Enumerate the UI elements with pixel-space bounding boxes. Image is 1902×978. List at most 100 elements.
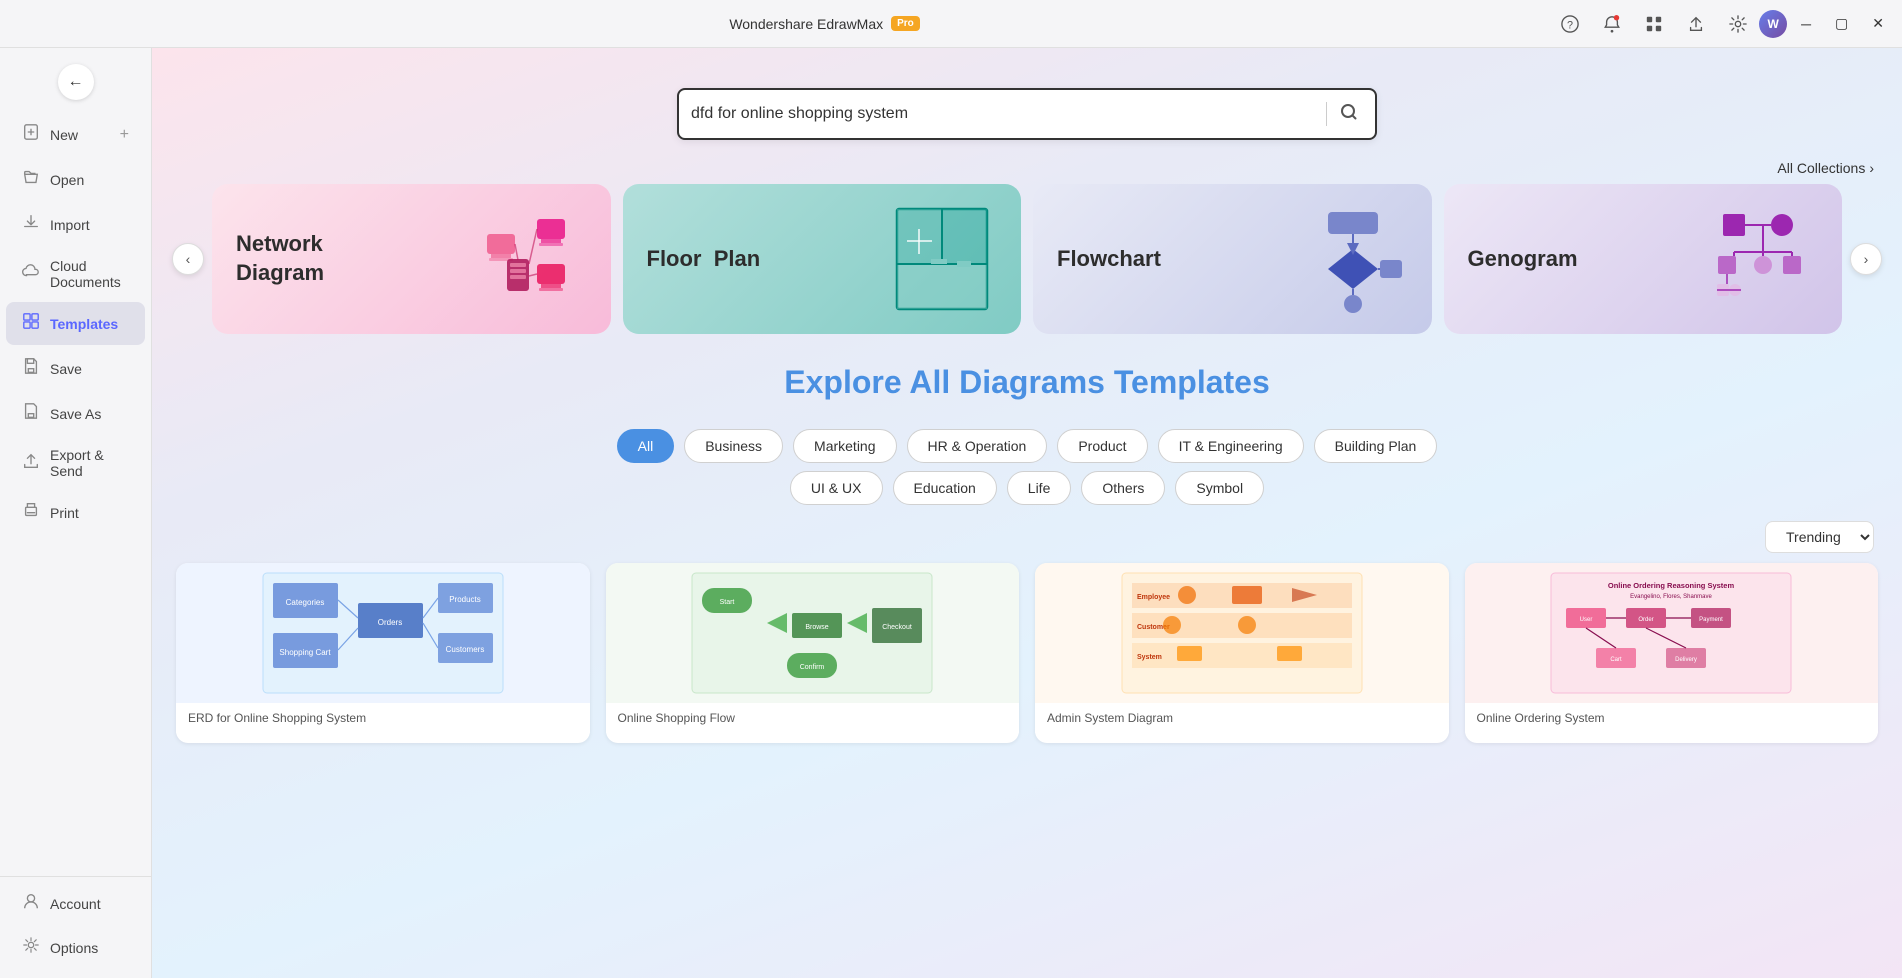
template-info-t4: Online Ordering System	[1465, 703, 1879, 733]
sidebar-item-saveas-label: Save As	[50, 406, 101, 422]
titlebar: Wondershare EdrawMax Pro ? W ─ ▢ ✕	[0, 0, 1902, 48]
sidebar-item-export[interactable]: Export & Send	[6, 437, 145, 489]
sidebar-item-save-label: Save	[50, 361, 82, 377]
filter-pill-hr[interactable]: HR & Operation	[907, 429, 1048, 463]
sidebar-item-templates[interactable]: Templates	[6, 302, 145, 345]
saveas-icon	[22, 402, 40, 425]
svg-text:Checkout: Checkout	[882, 624, 912, 631]
sidebar-item-options-label: Options	[50, 940, 98, 956]
account-icon	[22, 892, 40, 915]
search-button[interactable]	[1335, 98, 1363, 131]
table-row[interactable]: Start Browse Checkout Confirm Online Sho…	[606, 563, 1020, 743]
explore-title-blue: All Diagrams Templates	[909, 364, 1269, 400]
sidebar-item-cloud[interactable]: Cloud Documents	[6, 248, 145, 300]
sidebar-item-open[interactable]: Open	[6, 158, 145, 201]
svg-text:Payment: Payment	[1699, 617, 1723, 623]
svg-text:Products: Products	[449, 595, 481, 604]
carousel-prev-button[interactable]: ‹	[172, 243, 204, 275]
sidebar-item-templates-label: Templates	[50, 316, 118, 332]
carousel-card-floorplan-img	[887, 199, 997, 319]
sidebar-item-new[interactable]: New +	[6, 113, 145, 156]
sidebar-item-save[interactable]: Save	[6, 347, 145, 390]
carousel-items: NetworkDiagram	[212, 184, 1842, 334]
filter-pill-life[interactable]: Life	[1007, 471, 1072, 505]
carousel-card-floorplan[interactable]: Floor Plan	[623, 184, 1022, 334]
minimize-button[interactable]: ─	[1795, 14, 1817, 34]
filter-pill-symbol[interactable]: Symbol	[1175, 471, 1264, 505]
sidebar-item-open-label: Open	[50, 172, 84, 188]
carousel-card-floorplan-label: Floor Plan	[647, 245, 761, 274]
svg-text:Confirm: Confirm	[800, 664, 825, 671]
filter-pill-all[interactable]: All	[617, 429, 675, 463]
maximize-button[interactable]: ▢	[1829, 13, 1854, 34]
notification-icon[interactable]	[1599, 11, 1625, 37]
trending-row: Trending Newest Popular	[152, 517, 1902, 563]
carousel-next-button[interactable]: ›	[1850, 243, 1882, 275]
template-info-t1: ERD for Online Shopping System	[176, 703, 590, 733]
filter-pill-others[interactable]: Others	[1081, 471, 1165, 505]
avatar[interactable]: W	[1759, 10, 1787, 38]
carousel-card-flowchart-img	[1298, 199, 1408, 319]
app-name: Wondershare EdrawMax	[729, 16, 883, 32]
sidebar-item-import[interactable]: Import	[6, 203, 145, 246]
export-icon	[22, 452, 40, 475]
trending-select[interactable]: Trending Newest Popular	[1765, 521, 1874, 553]
search-divider	[1326, 102, 1327, 126]
explore-title-black: Explore	[784, 364, 901, 400]
template-thumb-t4: Online Ordering Reasoning System Evangel…	[1465, 563, 1879, 703]
svg-text:Shopping Cart: Shopping Cart	[279, 648, 331, 657]
filter-row-2: UI & UX Education Life Others Symbol	[152, 471, 1902, 517]
carousel-card-flowchart-label: Flowchart	[1057, 245, 1161, 274]
carousel-card-network[interactable]: NetworkDiagram	[212, 184, 611, 334]
sidebar-item-account-label: Account	[50, 896, 101, 912]
svg-text:Customers: Customers	[445, 645, 484, 654]
explore-title: Explore All Diagrams Templates	[172, 364, 1882, 401]
template-thumb-t2: Start Browse Checkout Confirm	[606, 563, 1020, 703]
sidebar-item-import-label: Import	[50, 217, 90, 233]
open-icon	[22, 168, 40, 191]
filter-pill-marketing[interactable]: Marketing	[793, 429, 896, 463]
filter-pill-business[interactable]: Business	[684, 429, 783, 463]
template-info-t2: Online Shopping Flow	[606, 703, 1020, 733]
close-button[interactable]: ✕	[1866, 13, 1890, 34]
save-icon	[22, 357, 40, 380]
sidebar-item-account[interactable]: Account	[6, 882, 145, 925]
search-input[interactable]	[691, 105, 1318, 123]
carousel-card-genogram-img	[1708, 199, 1818, 319]
table-row[interactable]: Employee Customer System	[1035, 563, 1449, 743]
collections-row: All Collections ›	[152, 160, 1902, 184]
share-icon[interactable]	[1683, 11, 1709, 37]
template-grid: Categories Shopping Cart Orders Products…	[152, 563, 1902, 767]
sidebar-item-print[interactable]: Print	[6, 491, 145, 534]
explore-section: Explore All Diagrams Templates	[152, 354, 1902, 417]
svg-text:User: User	[1580, 617, 1593, 623]
titlebar-controls: ?	[1557, 11, 1751, 37]
import-icon	[22, 213, 40, 236]
settings-icon[interactable]	[1725, 11, 1751, 37]
new-plus-icon: +	[120, 126, 129, 144]
search-section	[152, 48, 1902, 160]
svg-text:Categories: Categories	[285, 598, 324, 607]
filter-pill-product[interactable]: Product	[1057, 429, 1147, 463]
templates-icon	[22, 312, 40, 335]
svg-text:Evangelino, Flores, Shanmave: Evangelino, Flores, Shanmave	[1630, 594, 1712, 600]
all-collections-link[interactable]: All Collections ›	[1777, 160, 1874, 176]
carousel-card-flowchart[interactable]: Flowchart	[1033, 184, 1432, 334]
table-row[interactable]: Online Ordering Reasoning System Evangel…	[1465, 563, 1879, 743]
filter-pill-it[interactable]: IT & Engineering	[1158, 429, 1304, 463]
main-content: All Collections › ‹ NetworkDiagram	[152, 48, 1902, 978]
sidebar-item-saveas[interactable]: Save As	[6, 392, 145, 435]
template-info-t3: Admin System Diagram	[1035, 703, 1449, 733]
help-icon[interactable]: ?	[1557, 11, 1583, 37]
filter-pill-uiux[interactable]: UI & UX	[790, 471, 883, 505]
window-controls: ─ ▢ ✕	[1795, 13, 1890, 34]
table-row[interactable]: Categories Shopping Cart Orders Products…	[176, 563, 590, 743]
apps-icon[interactable]	[1641, 11, 1667, 37]
carousel-card-genogram[interactable]: Genogram	[1444, 184, 1843, 334]
carousel-card-genogram-label: Genogram	[1468, 245, 1578, 274]
print-icon	[22, 501, 40, 524]
filter-pill-education[interactable]: Education	[893, 471, 997, 505]
back-button[interactable]: ←	[58, 64, 94, 100]
sidebar-item-options[interactable]: Options	[6, 926, 145, 969]
filter-pill-building[interactable]: Building Plan	[1314, 429, 1438, 463]
